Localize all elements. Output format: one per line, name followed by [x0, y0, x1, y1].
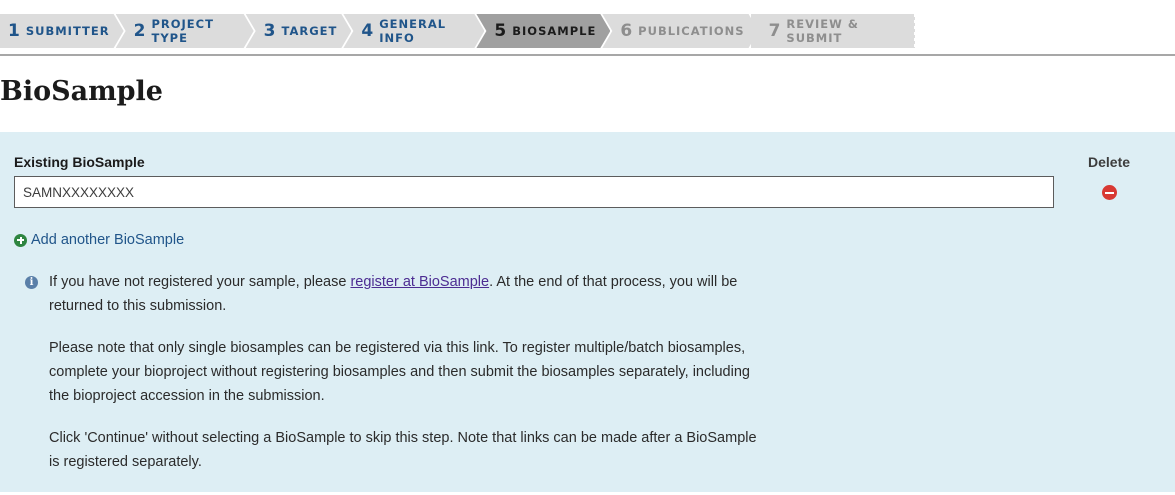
plus-circle-icon [14, 233, 27, 247]
existing-biosample-label: Existing BioSample [14, 154, 145, 170]
step-publications: 6 Publications [602, 14, 758, 48]
delete-column-label: Delete [1088, 154, 1131, 170]
steps-divider [0, 54, 1175, 56]
step-label: Review & Submit [786, 17, 859, 45]
info-paragraph-batch: Please note that only single biosamples … [49, 336, 769, 408]
step-number: 5 [494, 21, 507, 41]
step-submitter[interactable]: 1 Submitter [0, 14, 124, 48]
step-label: BioSample [512, 24, 597, 38]
step-review-submit: 7 Review & Submit [750, 14, 915, 48]
info-paragraph-skip: Click 'Continue' without selecting a Bio… [49, 426, 769, 474]
step-label: Publications [638, 24, 745, 38]
page-title: BioSample [0, 76, 163, 107]
step-number: 1 [8, 21, 20, 41]
existing-biosample-input[interactable] [14, 176, 1054, 208]
info-circle-icon: i [25, 276, 38, 289]
info-paragraph-register: If you have not registered your sample, … [49, 270, 769, 318]
step-number: 7 [768, 21, 781, 41]
step-biosample: 5 BioSample [476, 14, 610, 48]
step-label: Submitter [25, 24, 110, 38]
step-number: 6 [620, 21, 633, 41]
step-number: 3 [263, 21, 276, 41]
info-text: Please note that only single biosamples … [49, 340, 750, 404]
step-number: 4 [361, 21, 374, 41]
step-wizard: 1 Submitter 2 Project Type 3 Target 4 Ge… [0, 14, 915, 54]
add-biosample-link[interactable]: Add another BioSample [14, 232, 184, 248]
biosample-panel: Existing BioSample Delete Add another Bi… [0, 132, 1175, 492]
step-label: Target [281, 24, 338, 38]
step-target[interactable]: 3 Target [246, 14, 352, 48]
step-label: Project Type [151, 17, 214, 45]
step-general-info[interactable]: 4 General Info [343, 14, 484, 48]
register-biosample-link[interactable]: register at BioSample [350, 274, 489, 290]
step-label: General Info [379, 17, 447, 45]
step-number: 2 [133, 21, 146, 41]
info-text: If you have not registered your sample, … [49, 274, 351, 290]
info-text: Click 'Continue' without selecting a Bio… [49, 430, 757, 470]
add-biosample-label: Add another BioSample [31, 232, 185, 248]
step-project-type[interactable]: 2 Project Type [116, 14, 254, 48]
minus-circle-icon[interactable] [1102, 185, 1117, 200]
